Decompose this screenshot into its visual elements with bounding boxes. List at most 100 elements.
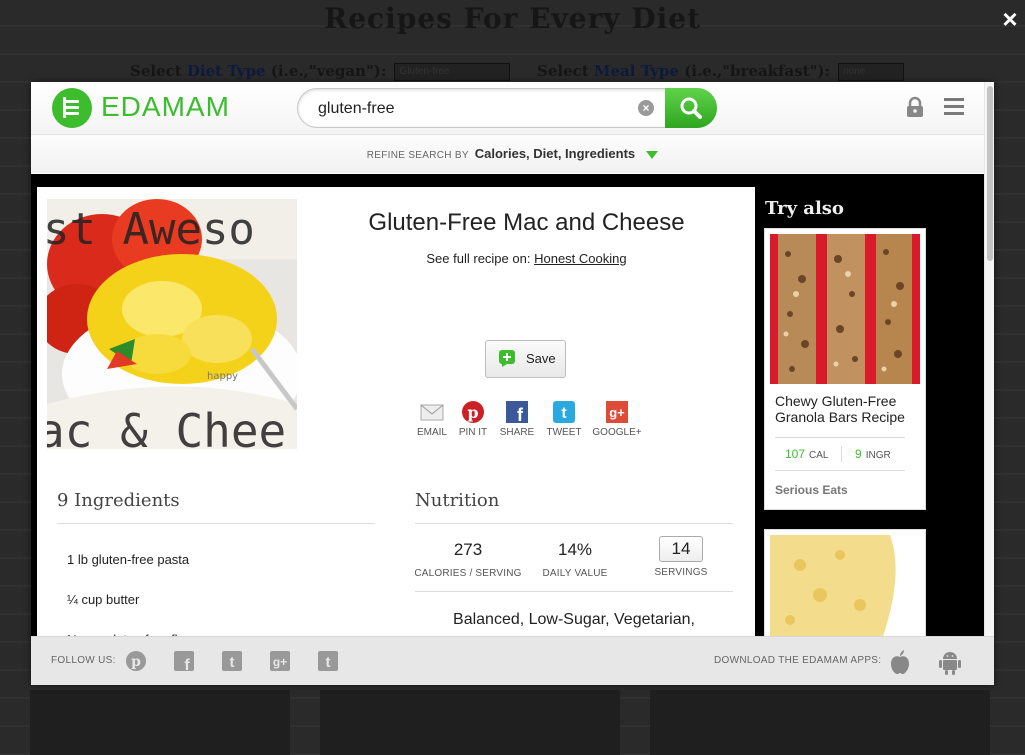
background-recipe-thumb <box>650 690 990 755</box>
svg-text:ac & Chee: ac & Chee <box>47 404 286 449</box>
meal-type-select[interactable]: none <box>838 63 905 81</box>
divider <box>415 523 733 524</box>
save-button[interactable]: Save <box>485 340 566 378</box>
share-google-plus-label: GOOGLE+ <box>592 427 642 438</box>
svg-text:f: f <box>184 657 190 672</box>
google-plus-icon[interactable]: g+ <box>269 650 291 672</box>
diet-select-label-suffix: (i.e.,"vegan"): <box>265 62 387 80</box>
suggestion-card[interactable]: Chewy Gluten-Free Granola Bars Recipe 10… <box>764 228 926 510</box>
recipe-title: Gluten-Free Mac and Cheese <box>368 209 685 236</box>
daily-value-stat: 14% DAILY VALUE <box>520 540 630 579</box>
refine-search-bar[interactable]: REFINE SEARCH BY Calories, Diet, Ingredi… <box>31 135 994 173</box>
twitter-icon[interactable]: t <box>221 650 243 672</box>
meal-select-label-suffix: (i.e.,"breakfast"): <box>678 62 831 80</box>
suggestion-source[interactable]: Serious Eats <box>775 483 848 497</box>
lock-icon[interactable] <box>905 96 925 118</box>
recipe-card: st Aweso happy ac & Chee Gluten-Free Mac… <box>37 187 755 457</box>
svg-text:t: t <box>326 654 331 671</box>
try-also-title: Try also <box>765 198 844 219</box>
pinterest-icon: p <box>462 401 484 423</box>
full-recipe-line: See full recipe on: Honest Cooking <box>329 251 724 266</box>
meal-select-label: Select <box>537 62 594 80</box>
svg-text:t: t <box>561 405 567 422</box>
share-google-plus[interactable]: g+ GOOGLE+ <box>590 401 644 438</box>
apple-icon[interactable] <box>889 649 911 675</box>
svg-text:f: f <box>517 405 524 423</box>
clear-search-icon[interactable]: × <box>638 100 654 116</box>
svg-text:st Aweso: st Aweso <box>47 204 255 255</box>
facebook-icon[interactable]: f <box>173 650 195 672</box>
ingredient-item: ¼ cup butter <box>67 592 140 607</box>
divider <box>57 523 375 524</box>
twitter-icon: t <box>553 401 575 423</box>
source-link[interactable]: Honest Cooking <box>534 251 627 266</box>
modal-footer: FOLLOW US: p f t g+ t DOWNLOAD THE EDAMA… <box>31 636 994 685</box>
share-pinterest[interactable]: p PIN IT <box>450 401 496 438</box>
search-button[interactable] <box>665 88 717 128</box>
suggestion-ingredients-unit: INGR <box>865 450 891 461</box>
edamam-logo-text[interactable]: EDAMAM <box>101 91 230 123</box>
meal-select-group: Select Meal Type (i.e.,"breakfast"): none <box>537 62 905 81</box>
share-facebook[interactable]: f SHARE <box>494 401 540 438</box>
download-apps-label: DOWNLOAD THE EDAMAM APPS: <box>714 655 882 666</box>
android-icon[interactable] <box>939 649 961 675</box>
suggestion-title[interactable]: Chewy Gluten-Free Granola Bars Recipe <box>775 393 915 425</box>
google-plus-icon: g+ <box>606 401 628 423</box>
ingredients-title: 9 Ingredients <box>57 490 180 511</box>
divider <box>415 591 733 592</box>
tumblr-icon[interactable]: t <box>317 650 339 672</box>
suggestion-calories-unit: CAL <box>809 450 829 461</box>
close-modal-button[interactable]: × <box>999 6 1021 32</box>
daily-value: 14% <box>557 540 593 559</box>
search-box: × <box>297 88 717 129</box>
diet-labels: Balanced, Low-Sugar, Vegetarian, <box>453 611 695 628</box>
share-twitter[interactable]: t TWEET <box>541 401 587 438</box>
svg-text:g+: g+ <box>609 405 625 420</box>
background-recipe-thumb <box>320 690 620 755</box>
facebook-icon: f <box>506 401 528 423</box>
svg-text:p: p <box>467 403 478 422</box>
meal-select-label-highlight: Meal Type <box>593 62 679 80</box>
calories-stat: 273 CALORIES / SERVING <box>413 540 523 579</box>
diet-select-label-highlight: Diet Type <box>186 62 266 80</box>
background-recipe-thumb <box>30 690 290 755</box>
svg-text:happy: happy <box>207 371 238 382</box>
share-facebook-label: SHARE <box>499 427 535 438</box>
menu-icon[interactable] <box>944 98 964 116</box>
share-pinterest-label: PIN IT <box>458 427 488 438</box>
search-icon <box>680 97 702 119</box>
share-email-label: EMAIL <box>416 427 447 438</box>
svg-text:p: p <box>131 654 141 670</box>
refine-search-label: REFINE SEARCH BY <box>366 150 469 161</box>
ingredient-item: 1 lb gluten-free pasta <box>67 552 190 567</box>
svg-text:t: t <box>230 654 235 671</box>
svg-text:g+: g+ <box>273 655 287 669</box>
suggestion-image <box>770 234 920 384</box>
recipe-modal: EDAMAM × REFINE SEARCH BY Calories, Diet… <box>31 82 994 685</box>
recipe-image[interactable]: st Aweso happy ac & Chee <box>47 199 297 449</box>
suggestion-ingredients: 9 <box>855 447 862 461</box>
modal-scrollbar[interactable] <box>984 82 994 685</box>
chevron-down-icon[interactable] <box>646 151 659 160</box>
share-email[interactable]: EMAIL <box>409 401 455 438</box>
search-input[interactable] <box>316 89 620 129</box>
try-also-sidebar: Try also Chewy Gluten-Free Granola Bars … <box>757 174 994 641</box>
follow-us-label: FOLLOW US: <box>51 655 116 666</box>
diet-select-group: Select Diet Type (i.e.,"vegan"): Gluten-f… <box>130 62 511 81</box>
background-select-row: Select Diet Type (i.e.,"vegan"): Gluten-f… <box>130 62 910 84</box>
email-icon <box>420 404 444 421</box>
recipe-details: 9 Ingredients 1 lb gluten-free pasta ¼ c… <box>37 456 755 647</box>
share-twitter-label: TWEET <box>546 427 582 438</box>
daily-value-label: DAILY VALUE <box>542 568 608 579</box>
edamam-logo-icon[interactable] <box>52 88 92 128</box>
modal-header: EDAMAM × <box>31 82 994 135</box>
full-recipe-label: See full recipe on: <box>426 251 531 266</box>
refine-search-options[interactable]: Calories, Diet, Ingredients <box>475 146 635 161</box>
diet-type-select[interactable]: Gluten-free <box>394 63 511 81</box>
save-button-label: Save <box>526 351 556 366</box>
suggestion-card[interactable] <box>764 529 926 641</box>
pinterest-icon[interactable]: p <box>125 650 147 672</box>
servings-input[interactable]: 14 <box>658 536 704 562</box>
servings-label: SERVINGS <box>654 567 708 578</box>
scrollbar-thumb[interactable] <box>987 86 993 261</box>
